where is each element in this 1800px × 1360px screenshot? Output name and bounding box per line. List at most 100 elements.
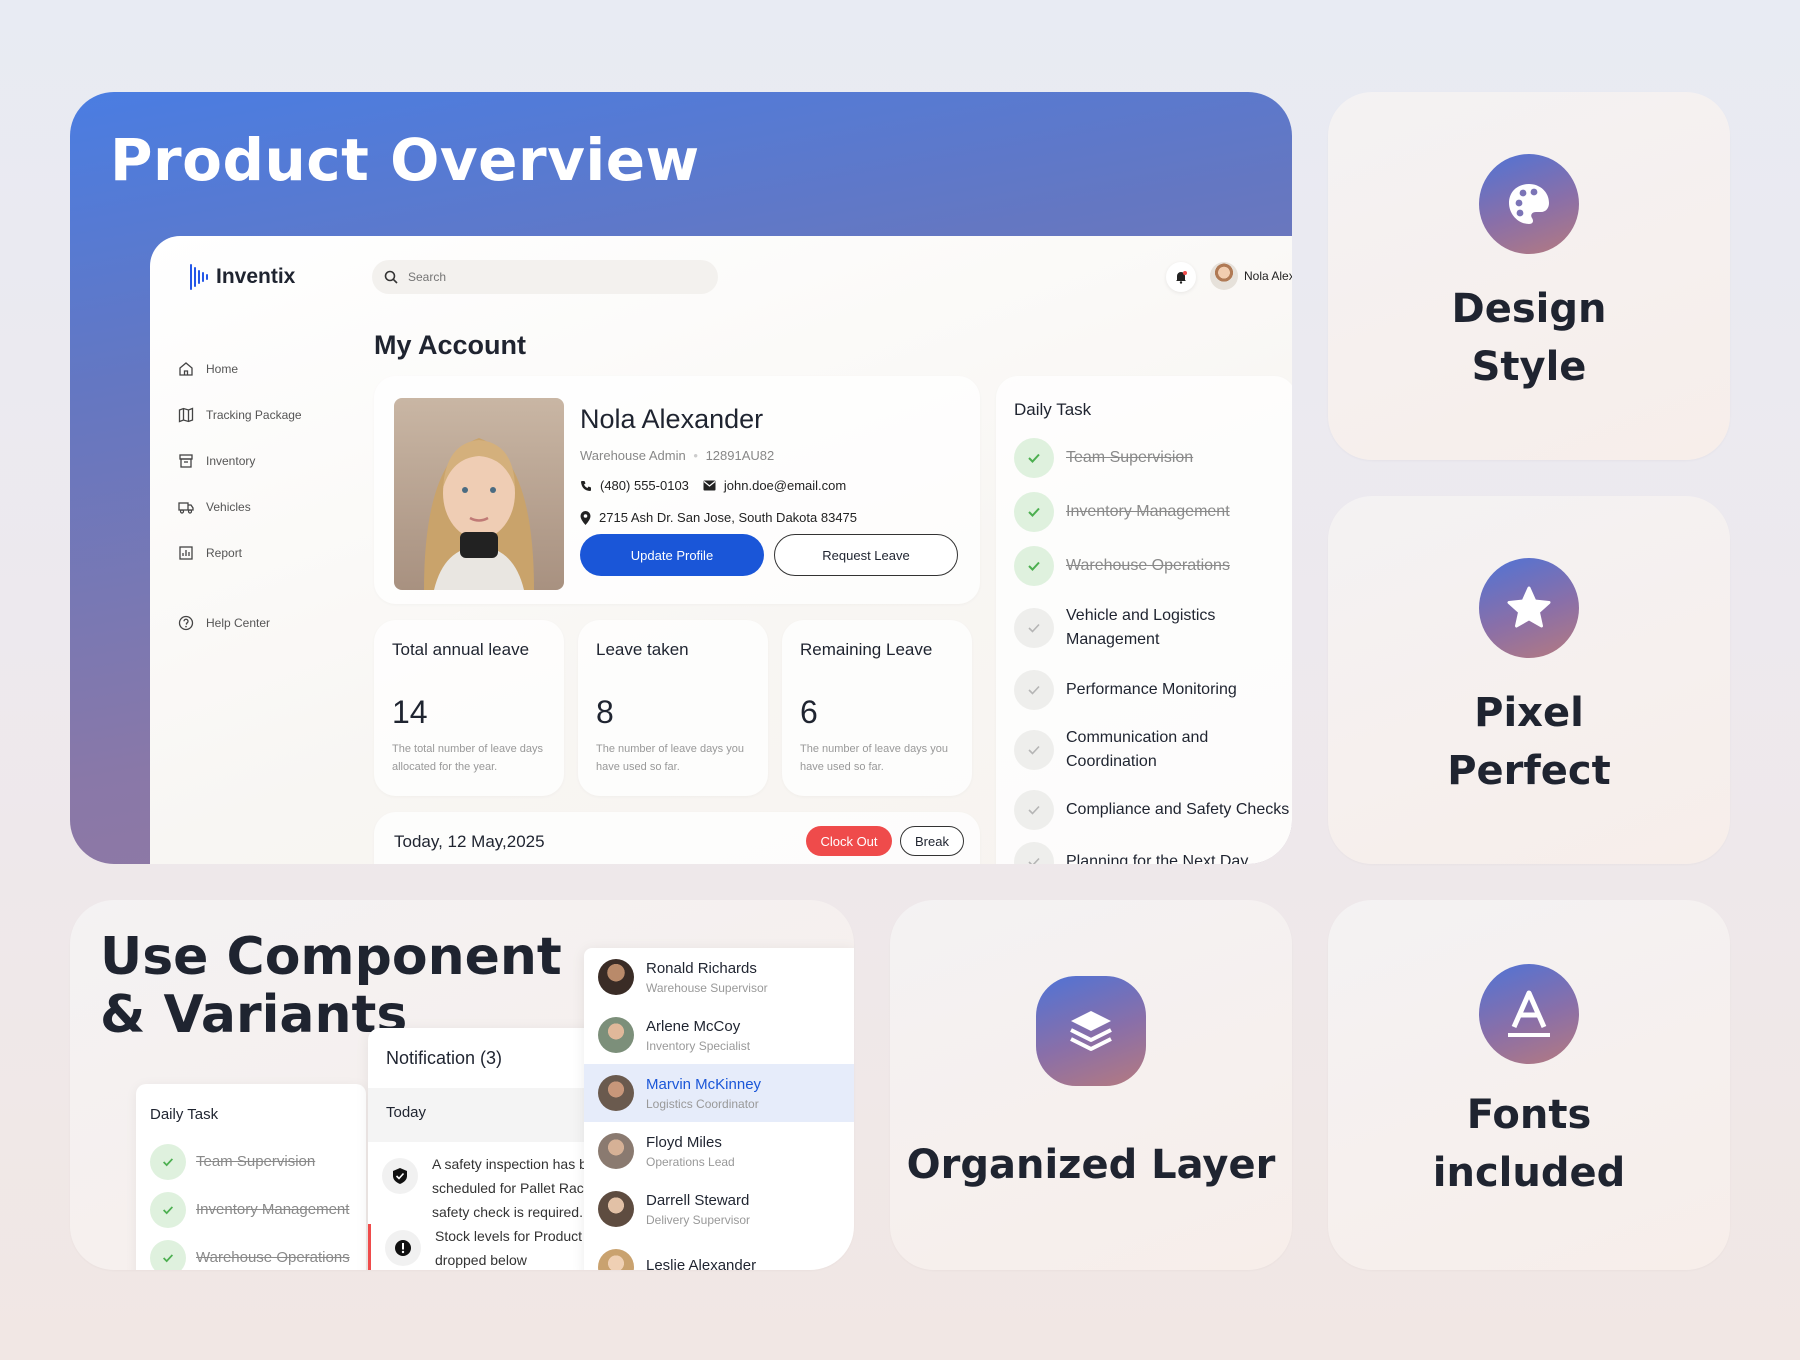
profile-name: Nola Alexander: [580, 404, 764, 434]
notification-bell-icon[interactable]: [1166, 262, 1196, 292]
person-role: Logistics Coordinator: [646, 1096, 759, 1111]
task-item[interactable]: Planning for the Next Day: [1014, 842, 1292, 864]
stat-card-remaining-leave: Remaining Leave 6 The number of leave da…: [782, 620, 972, 796]
sidebar-item-inventory[interactable]: Inventory: [178, 438, 302, 484]
profile-contact: (480) 555-0103 john.doe@email.com: [580, 478, 846, 493]
sidebar-item-vehicles[interactable]: Vehicles: [178, 484, 302, 530]
today-card: Today, 12 May,2025 Clock Out Break: [374, 812, 980, 864]
daily-task-title: Daily Task: [1014, 400, 1092, 419]
pixel-perfect-card: Pixel Perfect: [1328, 496, 1730, 864]
update-profile-button[interactable]: Update Profile: [580, 534, 764, 576]
daily-task-title: Daily Task: [150, 1106, 219, 1123]
stat-value: 14: [392, 694, 428, 730]
list-item[interactable]: Leslie Alexander: [584, 1238, 854, 1270]
sidebar-item-label: Tracking Package: [206, 408, 302, 422]
search-icon: [384, 270, 398, 284]
list-item[interactable]: Arlene McCoy Inventory Specialist: [584, 1006, 854, 1064]
profile-card: Nola Alexander Warehouse Admin • 12891AU…: [374, 376, 980, 604]
sidebar-item-help[interactable]: Help Center: [178, 600, 302, 646]
user-menu[interactable]: Nola Alexander: [1210, 262, 1292, 290]
notification-title: Notification (3): [386, 1048, 503, 1068]
task-item[interactable]: Inventory Management: [1014, 492, 1292, 532]
task-label: Inventory Management: [1066, 503, 1230, 520]
person-name: Ronald Richards: [646, 959, 757, 977]
stat-description: The total number of leave days allocated…: [392, 743, 544, 773]
hero-title: Product Overview: [110, 126, 700, 194]
task-item[interactable]: Team Supervision: [150, 1144, 315, 1180]
sidebar-item-label: Home: [206, 362, 239, 376]
stat-title: Total annual leave: [392, 640, 530, 659]
phone-icon: [581, 480, 591, 491]
star-icon: [1479, 558, 1579, 658]
stat-title: Leave taken: [596, 640, 689, 659]
task-item[interactable]: Compliance and Safety Checks: [1014, 790, 1292, 830]
task-item[interactable]: Warehouse Operations: [1014, 546, 1292, 586]
sidebar-item-home[interactable]: Home: [178, 346, 302, 392]
logo-icon: [190, 264, 208, 290]
task-item[interactable]: Performance Monitoring: [1014, 670, 1292, 710]
task-label: Warehouse Operations: [1066, 557, 1230, 574]
sidebar-item-report[interactable]: Report: [178, 530, 302, 576]
stat-card-total-leave: Total annual leave 14 The total number o…: [374, 620, 564, 796]
sidebar-item-label: Report: [206, 546, 243, 560]
components-title: Use Component & Variants: [100, 927, 562, 1045]
notification-item[interactable]: A safety inspection has been scheduled f…: [368, 1152, 608, 1224]
organized-layer-card: Organized Layer: [890, 900, 1292, 1270]
task-item[interactable]: Inventory Management: [150, 1192, 349, 1228]
check-icon[interactable]: [1014, 546, 1054, 586]
task-item[interactable]: Team Supervision: [1014, 438, 1292, 478]
search-bar[interactable]: [372, 260, 718, 294]
check-icon[interactable]: [1014, 790, 1054, 830]
box-icon: [179, 454, 193, 468]
list-item[interactable]: Ronald Richards Warehouse Supervisor: [584, 948, 854, 1006]
check-icon[interactable]: [150, 1144, 186, 1180]
map-icon: [178, 407, 194, 423]
clock-out-button[interactable]: Clock Out: [806, 826, 892, 856]
daily-task-panel: Daily Task Team Supervision Inventory Ma…: [996, 376, 1292, 864]
check-icon[interactable]: [150, 1192, 186, 1228]
check-icon[interactable]: [1014, 842, 1054, 864]
task-label: Planning for the Next Day: [1066, 853, 1249, 864]
task-label: Compliance and Safety Checks: [1066, 801, 1290, 818]
notification-item[interactable]: Stock levels for Product have dropped be…: [368, 1224, 608, 1270]
search-input[interactable]: [408, 270, 688, 284]
check-icon[interactable]: [1014, 670, 1054, 710]
mail-icon: [703, 480, 716, 491]
task-item[interactable]: Communication and Coordination: [1014, 726, 1292, 774]
profile-address-line: 2715 Ash Dr. San Jose, South Dakota 8347…: [580, 510, 857, 525]
today-date: Today, 12 May,2025: [394, 832, 545, 851]
stat-value: 6: [800, 694, 818, 730]
task-item[interactable]: Vehicle and Logistics Management: [1014, 604, 1292, 652]
request-leave-button[interactable]: Request Leave: [774, 534, 958, 576]
stat-description: The number of leave days you have used s…: [800, 743, 948, 773]
person-name: Darrell Steward: [646, 1191, 750, 1209]
stat-description: The number of leave days you have used s…: [596, 743, 744, 773]
task-item[interactable]: Warehouse Operations: [150, 1240, 350, 1270]
profile-id: 12891AU82: [705, 448, 775, 463]
notification-panel: Notification (3) Today A safety inspecti…: [368, 1028, 608, 1270]
list-item[interactable]: Floyd Miles Operations Lead: [584, 1122, 854, 1180]
check-icon[interactable]: [1014, 608, 1054, 648]
page-title: My Account: [374, 330, 527, 360]
list-item[interactable]: Marvin McKinney Logistics Coordinator: [584, 1064, 854, 1122]
sidebar-item-label: Inventory: [206, 454, 256, 468]
notification-text: A safety inspection has been scheduled f…: [432, 1156, 608, 1220]
check-icon[interactable]: [1014, 492, 1054, 532]
task-label: Communication and Coordination: [1066, 729, 1209, 770]
notification-text: Stock levels for Product have dropped be…: [435, 1228, 608, 1268]
check-icon[interactable]: [150, 1240, 186, 1270]
check-icon[interactable]: [1014, 730, 1054, 770]
stat-value: 8: [596, 694, 614, 730]
person-name: Marvin McKinney: [646, 1075, 762, 1093]
sidebar-item-tracking[interactable]: Tracking Package: [178, 392, 302, 438]
avatar: [598, 1075, 634, 1111]
logo: Inventix: [190, 264, 295, 290]
stat-card-leave-taken: Leave taken 8 The number of leave days y…: [578, 620, 768, 796]
check-icon[interactable]: [1014, 438, 1054, 478]
list-item[interactable]: Darrell Steward Delivery Supervisor: [584, 1180, 854, 1238]
people-list: Ronald Richards Warehouse Supervisor Arle…: [584, 948, 854, 1270]
break-button[interactable]: Break: [900, 826, 964, 856]
avatar: [598, 1133, 634, 1169]
task-label: Vehicle and Logistics Management: [1066, 607, 1216, 648]
palette-icon: [1479, 154, 1579, 254]
